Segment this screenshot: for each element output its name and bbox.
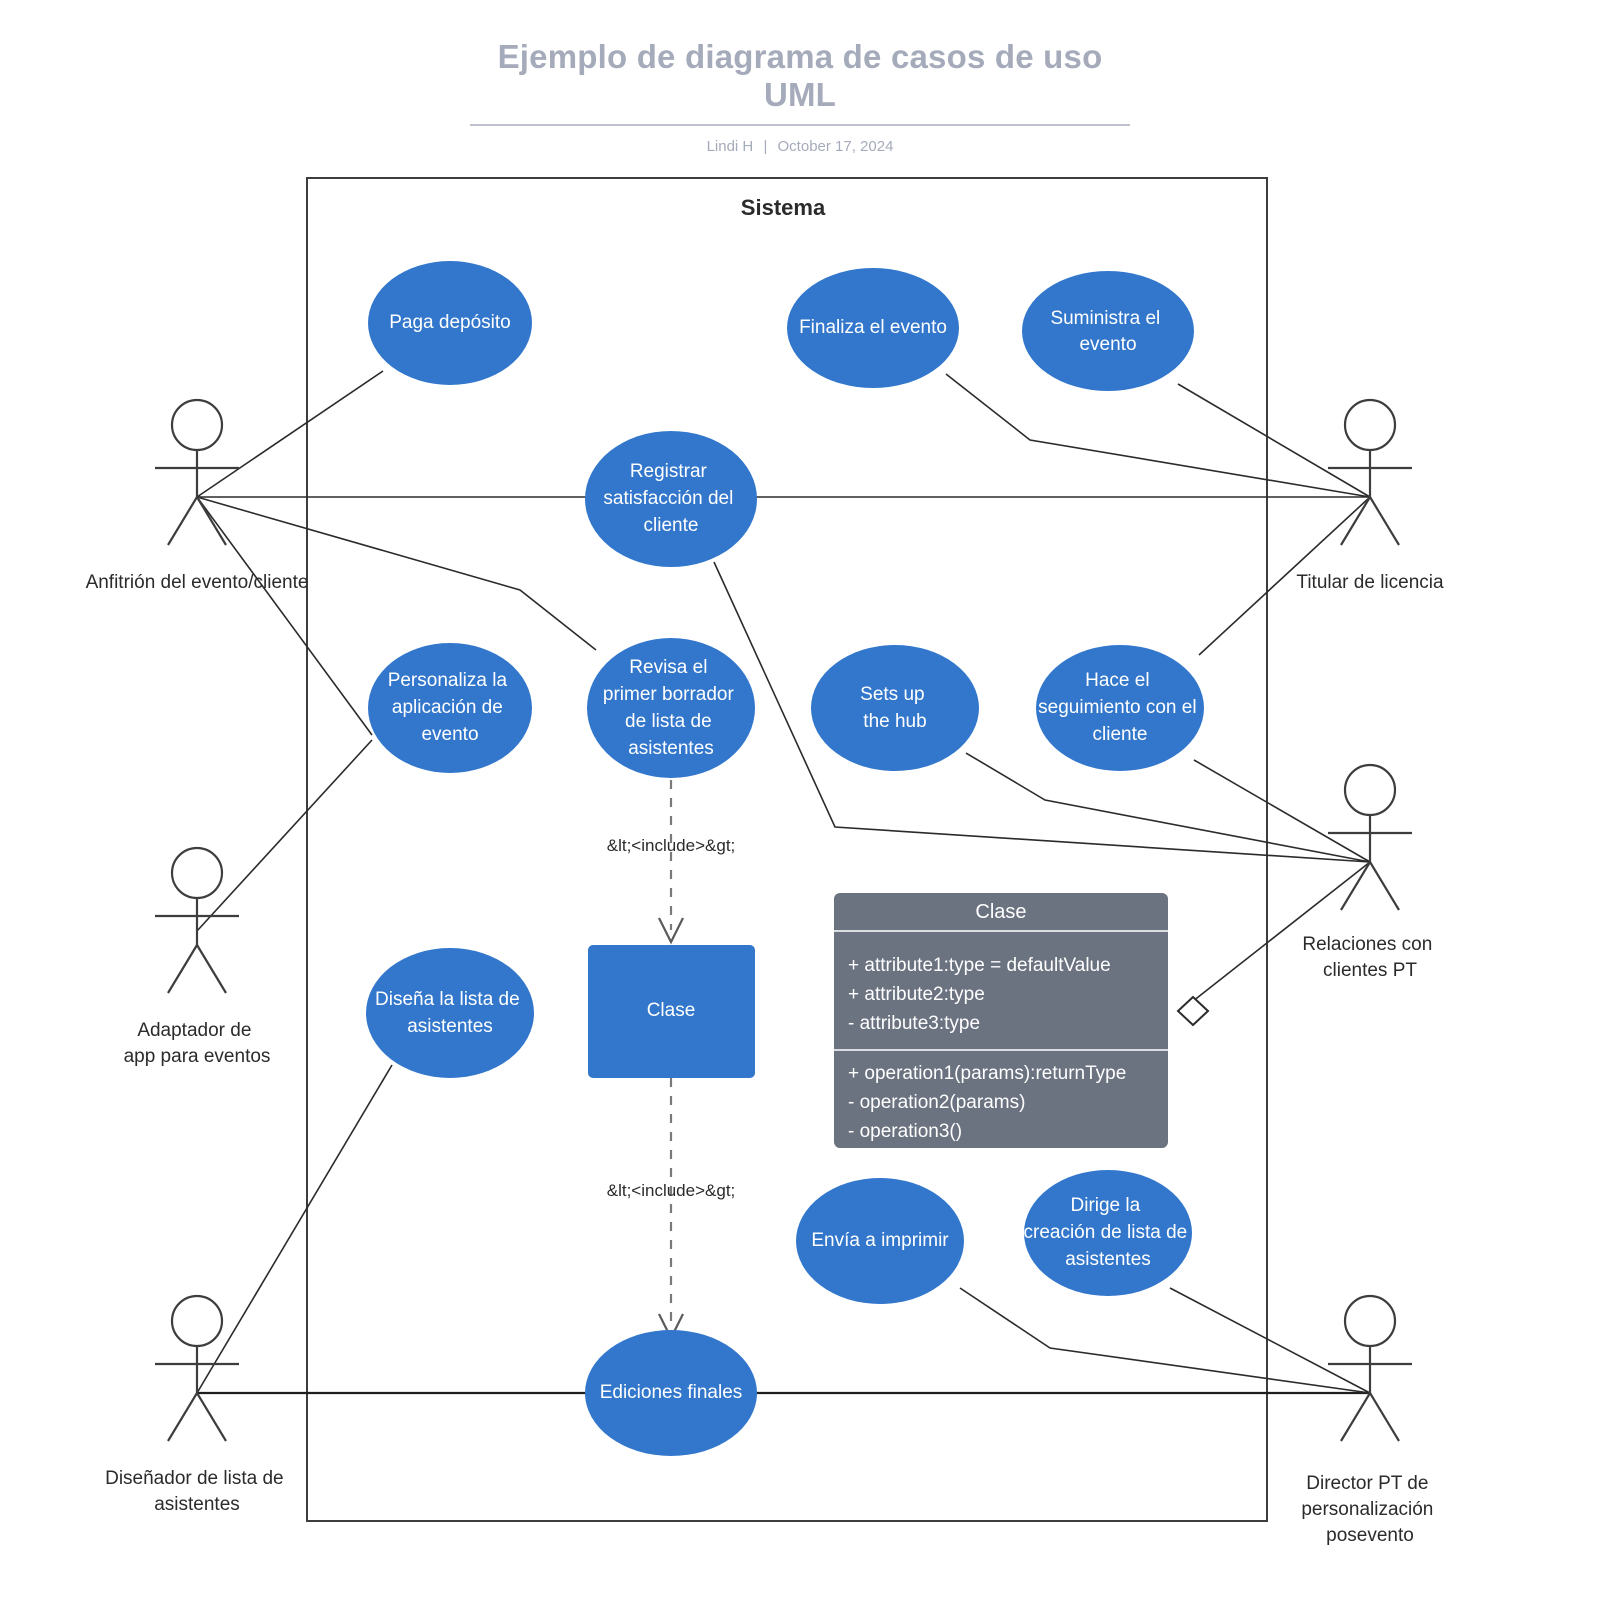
include-label-bottom: &lt;<include>&gt;	[607, 1181, 736, 1200]
assoc-relaciones-sets-up	[965, 752, 1371, 863]
use-case-finaliza-el-evento[interactable]: Finaliza el evento	[787, 268, 959, 388]
actor-adaptador[interactable]: Adaptador de app para eventos	[124, 846, 271, 1067]
actor-stick-figure-icon	[155, 398, 239, 546]
use-case-paga-deposito[interactable]: Paga depósito	[368, 261, 532, 385]
assoc-director-dirige	[1169, 1287, 1371, 1394]
actor-label: Titular de licencia	[1296, 572, 1444, 593]
actor-label: Anfitrión del evento/cliente	[86, 572, 309, 593]
actor-disenador[interactable]: Diseñador de lista de asistentes	[105, 1294, 289, 1515]
assoc-adaptador-personaliza	[196, 739, 373, 932]
use-case-text: Envía a imprimir	[811, 1230, 949, 1251]
assoc-titular-finaliza	[945, 373, 1371, 498]
association-lines	[196, 370, 1371, 1395]
actor-label: Director PT de personalización posevento	[1301, 1473, 1438, 1546]
assoc-disenador-disena	[196, 1064, 393, 1394]
class-operation-row: - operation3()	[848, 1121, 962, 1142]
aggregation-diamond-icon	[1176, 995, 1210, 1027]
use-case-ellipse	[1022, 271, 1194, 391]
use-case-text: Finaliza el evento	[799, 317, 947, 338]
use-case-registrar-satisfaccion[interactable]: Registrar satisfacción del cliente	[585, 431, 757, 567]
assoc-director-envia	[959, 1287, 1371, 1394]
uml-use-case-diagram: Sistema &lt;<include>&gt; &lt;<include>&…	[86, 177, 1444, 1546]
use-case-text: Paga depósito	[389, 312, 511, 333]
actor-label: Diseñador de lista de asistentes	[105, 1468, 289, 1515]
actor-stick-figure-icon	[1328, 763, 1412, 911]
actor-stick-figure-icon	[1328, 1294, 1412, 1442]
actor-director-pt[interactable]: Director PT de personalización posevento	[1301, 1294, 1438, 1546]
use-case-text: Ediciones finales	[600, 1382, 743, 1403]
use-case-ellipse	[811, 645, 979, 771]
actor-stick-figure-icon	[155, 1294, 239, 1442]
use-case-dirige-creacion-lista[interactable]: Dirige la creación de lista de asistente…	[1024, 1170, 1193, 1296]
class-attribute-row: + attribute2:type	[848, 984, 985, 1005]
assoc-anfitrion-personaliza	[196, 496, 373, 736]
use-case-revisa-primer-borrador[interactable]: Revisa el primer borrador de lista de as…	[587, 638, 755, 778]
actor-label: Relaciones con clientes PT	[1302, 934, 1437, 981]
actor-stick-figure-icon	[155, 846, 239, 994]
class-node-label: Clase	[647, 1000, 696, 1021]
use-case-ellipse	[366, 948, 534, 1078]
assoc-titular-suministra	[1177, 383, 1371, 498]
actor-label: Adaptador de app para eventos	[124, 1020, 271, 1067]
class-operation-row: + operation1(params):returnType	[848, 1063, 1126, 1084]
use-case-nodes: Paga depósito Finaliza el evento Suminis…	[366, 261, 1204, 1456]
class-attribute-row: + attribute1:type = defaultValue	[848, 955, 1111, 976]
class-attribute-row: - attribute3:type	[848, 1013, 980, 1034]
assoc-anfitrion-paga-deposito	[196, 370, 384, 498]
actor-relaciones-pt[interactable]: Relaciones con clientes PT	[1302, 763, 1437, 981]
use-case-suministra-el-evento[interactable]: Suministra el evento	[1022, 271, 1194, 391]
assoc-relaciones-hace-seguimiento	[1193, 759, 1371, 863]
class-operation-row: - operation2(params)	[848, 1092, 1025, 1113]
include-label-top: &lt;<include>&gt;	[607, 836, 736, 855]
use-case-personaliza-aplicacion[interactable]: Personaliza la aplicación de evento	[368, 643, 532, 773]
uml-class-box[interactable]: Clase + attribute1:type = defaultValue +…	[834, 893, 1210, 1148]
class-box-title: Clase	[975, 901, 1026, 923]
use-case-disena-lista[interactable]: Diseña la lista de asistentes	[366, 948, 534, 1078]
use-case-hace-seguimiento[interactable]: Hace el seguimiento con el cliente	[1036, 645, 1204, 771]
class-node-clase[interactable]: Clase	[588, 945, 755, 1078]
use-case-sets-up-the-hub[interactable]: Sets up the hub	[811, 645, 979, 771]
system-boundary-title: Sistema	[741, 195, 826, 220]
use-case-envia-a-imprimir[interactable]: Envía a imprimir	[796, 1178, 964, 1304]
use-case-ediciones-finales[interactable]: Ediciones finales	[585, 1330, 757, 1456]
